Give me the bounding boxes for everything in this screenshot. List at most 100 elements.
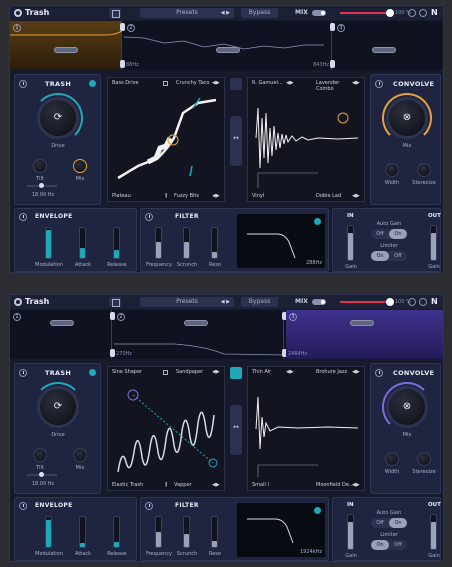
scrunch-slider[interactable] <box>183 516 190 548</box>
power-icon[interactable] <box>19 502 27 510</box>
band-pill[interactable] <box>50 320 74 326</box>
mix-slider[interactable] <box>340 9 395 17</box>
modulation-slider[interactable] <box>45 516 52 548</box>
input-gain-slider[interactable] <box>347 225 354 261</box>
limiter-off[interactable]: Off <box>389 540 407 550</box>
limiter-off[interactable]: Off <box>389 251 407 261</box>
frequency-slider[interactable] <box>155 227 162 259</box>
limiter-on[interactable]: On <box>371 251 389 261</box>
auto-gain-toggle[interactable]: Off On <box>371 229 407 239</box>
band-timeline[interactable]: 1 2 270Hz 3 2484Hz <box>10 310 443 359</box>
width-knob[interactable] <box>385 452 399 466</box>
conv-arrows-icon[interactable]: ◀▶ <box>352 482 360 488</box>
power-icon[interactable] <box>375 369 383 377</box>
convolve-title: CONVOLVE <box>393 369 435 377</box>
presets-dropdown[interactable]: Presets ◀ ▶ <box>140 297 234 307</box>
distortion-graph[interactable]: Sine Shaper Sandpaper ◀▶ Elastic Trash ⫼… <box>107 366 225 491</box>
settings-icon[interactable] <box>419 298 427 306</box>
mix-slider-handle[interactable] <box>386 298 395 306</box>
band-segment-1[interactable]: 1 <box>10 310 112 359</box>
output-gain-slider[interactable] <box>430 225 437 261</box>
preset-browser-button[interactable] <box>109 297 121 307</box>
release-slider[interactable] <box>113 227 120 259</box>
width-knob[interactable] <box>385 163 399 177</box>
swap-button[interactable]: ↔ <box>230 116 242 166</box>
filter-accent-icon[interactable] <box>314 218 321 225</box>
preset-arrows-icon[interactable]: ◀ ▶ <box>221 297 230 307</box>
drive-knob[interactable]: ⟳ <box>37 97 79 139</box>
band-segment-2[interactable]: 2 88Hz 843Hz <box>124 21 332 70</box>
tilt-knob[interactable] <box>33 159 47 173</box>
stereoize-knob[interactable] <box>417 163 431 177</box>
power-icon[interactable] <box>19 213 27 221</box>
input-gain-slider[interactable] <box>347 514 354 550</box>
reso-slider[interactable] <box>211 516 218 548</box>
preset-arrows-icon[interactable]: ◀ ▶ <box>221 8 230 18</box>
expand-icon[interactable] <box>230 78 242 90</box>
preset-browser-button[interactable] <box>109 8 121 18</box>
frequency-slider[interactable] <box>155 516 162 548</box>
band-pill[interactable] <box>372 47 396 53</box>
attack-slider[interactable] <box>79 516 86 548</box>
convolve-graph[interactable]: R. Gamuel... ◀▶ Lavender Combo ◀▶ Vinyl … <box>247 77 365 202</box>
settings-icon[interactable] <box>419 9 427 17</box>
mix-knob[interactable] <box>73 159 87 173</box>
conv-right-bottom: Dobie Lad <box>316 193 342 199</box>
power-icon[interactable] <box>145 502 153 510</box>
distortion-graph[interactable]: Bass Drive Crunchy Taco ◀▶ Plateau ⫼ Fuz… <box>107 77 225 202</box>
modulation-slider[interactable] <box>45 227 52 259</box>
presets-dropdown[interactable]: Presets ◀ ▶ <box>140 8 234 18</box>
dist-arrows-icon[interactable]: ◀▶ <box>212 482 220 488</box>
limiter-toggle[interactable]: On Off <box>371 251 407 261</box>
power-icon[interactable] <box>19 369 27 377</box>
mix-slider[interactable] <box>340 298 395 306</box>
band-segment-3[interactable]: 3 <box>334 21 443 70</box>
swap-button[interactable]: ↔ <box>230 405 242 455</box>
convolve-graph[interactable]: Thin Air ◀▶ Brohure Jazz ◀▶ Small I Moon… <box>247 366 365 491</box>
auto-gain-on[interactable]: On <box>389 229 407 239</box>
filter-response-graph[interactable]: 1924kHz <box>237 503 325 557</box>
filter-response-graph[interactable]: 288Hz <box>237 214 325 268</box>
power-icon[interactable] <box>145 213 153 221</box>
trash-accent-icon[interactable] <box>89 80 96 87</box>
bypass-button[interactable]: Bypass <box>241 8 278 18</box>
band-segment-3[interactable]: 3 2484Hz <box>286 310 443 359</box>
trash-accent-icon[interactable] <box>89 369 96 376</box>
filter-accent-icon[interactable] <box>314 507 321 514</box>
convolve-mix-knob[interactable]: ⊗ <box>386 97 428 139</box>
power-icon[interactable] <box>19 80 27 88</box>
band-segment-1[interactable]: 1 <box>10 21 122 70</box>
mix-knob[interactable] <box>73 448 87 462</box>
attack-slider[interactable] <box>79 227 86 259</box>
bypass-button[interactable]: Bypass <box>241 297 278 307</box>
stereoize-knob[interactable] <box>417 452 431 466</box>
mix-slider-handle[interactable] <box>386 9 395 17</box>
output-gain-slider[interactable] <box>430 514 437 550</box>
tilt-slider[interactable] <box>27 183 57 188</box>
auto-gain-toggle[interactable]: Off On <box>371 518 407 528</box>
release-slider[interactable] <box>113 516 120 548</box>
drive-knob[interactable]: ⟳ <box>37 386 79 428</box>
scrunch-label: Scrunch <box>176 551 198 557</box>
power-icon[interactable] <box>375 80 383 88</box>
band-timeline[interactable]: 1 2 88Hz 843Hz 3 <box>10 21 443 70</box>
band-pill[interactable] <box>350 320 374 326</box>
limiter-on[interactable]: On <box>371 540 389 550</box>
tilt-slider[interactable] <box>27 472 57 477</box>
scrunch-slider[interactable] <box>183 227 190 259</box>
mix-toggle[interactable] <box>312 299 326 305</box>
reso-slider[interactable] <box>211 227 218 259</box>
undo-icon[interactable] <box>408 298 416 306</box>
dist-arrows-icon[interactable]: ◀▶ <box>212 193 220 199</box>
undo-icon[interactable] <box>408 9 416 17</box>
auto-gain-off[interactable]: Off <box>371 518 389 528</box>
auto-gain-on[interactable]: On <box>389 518 407 528</box>
tilt-knob[interactable] <box>33 448 47 462</box>
conv-arrows-icon[interactable]: ◀▶ <box>352 193 360 199</box>
auto-gain-off[interactable]: Off <box>371 229 389 239</box>
mix-toggle[interactable] <box>312 10 326 16</box>
limiter-toggle[interactable]: On Off <box>371 540 407 550</box>
expand-icon[interactable] <box>230 367 242 379</box>
convolve-mix-knob[interactable]: ⊗ <box>386 386 428 428</box>
band-segment-2[interactable]: 2 270Hz <box>114 310 284 359</box>
